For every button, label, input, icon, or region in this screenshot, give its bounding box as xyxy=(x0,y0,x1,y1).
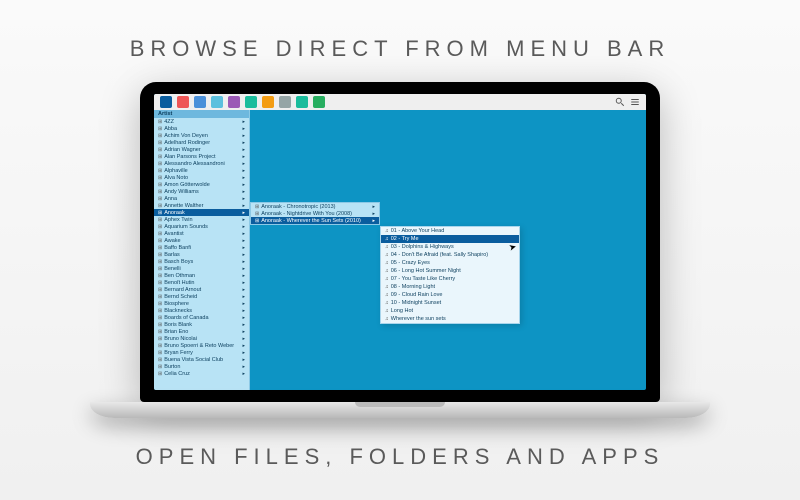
laptop-notch xyxy=(355,402,445,407)
list-item[interactable]: ⊞Amon Götterwolde▸ xyxy=(154,181,249,188)
list-item[interactable]: ⊞Ben Othman▸ xyxy=(154,272,249,279)
list-item[interactable]: ♫04 - Don't Be Afraid (feat. Sally Shapi… xyxy=(381,251,519,259)
list-item[interactable]: ⊞Brian Eno▸ xyxy=(154,328,249,335)
list-item[interactable]: ⊞Aquarium Sounds▸ xyxy=(154,223,249,230)
browser-columns: Artist ⊞4ZZ▸⊞Abba▸⊞Achim Von Deyen▸⊞Adel… xyxy=(154,110,646,390)
menubar-app-icon[interactable] xyxy=(245,96,257,108)
menubar-app-icon[interactable] xyxy=(296,96,308,108)
list-item[interactable]: ⊞Aphex Twin▸ xyxy=(154,216,249,223)
menubar-app-icon[interactable] xyxy=(279,96,291,108)
list-item[interactable]: ⊞Abba▸ xyxy=(154,125,249,132)
list-item[interactable]: ♫02 - Try Me xyxy=(381,235,519,243)
headline-bottom: OPEN FILES, FOLDERS AND APPS xyxy=(0,444,800,470)
menubar-app-icon[interactable] xyxy=(313,96,325,108)
list-item[interactable]: ⊞Anoraak - Nightdrive With You (2008)▸ xyxy=(251,210,379,217)
list-item[interactable]: ⊞Anoraak - Wherever the Sun Sets (2010)▸ xyxy=(251,217,379,224)
list-item[interactable]: ♫05 - Crazy Eyes xyxy=(381,259,519,267)
list-item[interactable]: ♫Wherever the sun sets xyxy=(381,315,519,323)
list-item[interactable]: ⊞Bryan Ferry▸ xyxy=(154,349,249,356)
list-item[interactable]: ⊞Avantist▸ xyxy=(154,230,249,237)
list-item[interactable]: ⊞Bruno Nicolai▸ xyxy=(154,335,249,342)
list-item[interactable]: ⊞Benelli▸ xyxy=(154,265,249,272)
list-icon[interactable] xyxy=(630,97,640,107)
search-icon[interactable] xyxy=(615,97,625,107)
list-item[interactable]: ♫10 - Midnight Sunset xyxy=(381,299,519,307)
column-header: Artist xyxy=(154,110,249,118)
list-item[interactable]: ⊞Adrian Wagner▸ xyxy=(154,146,249,153)
column-artists: Artist ⊞4ZZ▸⊞Abba▸⊞Achim Von Deyen▸⊞Adel… xyxy=(154,110,250,390)
laptop-screen-frame: Artist ⊞4ZZ▸⊞Abba▸⊞Achim Von Deyen▸⊞Adel… xyxy=(140,82,660,402)
menubar-app-icon[interactable] xyxy=(194,96,206,108)
headline-top: BROWSE DIRECT FROM MENU BAR xyxy=(0,36,800,62)
list-item[interactable]: ⊞Anna▸ xyxy=(154,195,249,202)
column-tracks: ♫01 - Above Your Head♫02 - Try Me♫03 - D… xyxy=(380,226,520,324)
list-item[interactable]: ⊞Bernd Scheid▸ xyxy=(154,293,249,300)
laptop-mockup: Artist ⊞4ZZ▸⊞Abba▸⊞Achim Von Deyen▸⊞Adel… xyxy=(140,82,660,418)
list-item[interactable]: ⊞Alphaville▸ xyxy=(154,167,249,174)
menubar-app-icon[interactable] xyxy=(262,96,274,108)
menubar-app-icon[interactable] xyxy=(177,96,189,108)
list-item[interactable]: ⊞Achim Von Deyen▸ xyxy=(154,132,249,139)
list-item[interactable]: ⊞Bernard Arnout▸ xyxy=(154,286,249,293)
list-item[interactable]: ♫03 - Dolphins & Highways xyxy=(381,243,519,251)
list-item[interactable]: ⊞Blacknecks▸ xyxy=(154,307,249,314)
list-item[interactable]: ⊞Burton▸ xyxy=(154,363,249,370)
list-item[interactable]: ⊞Barlas▸ xyxy=(154,251,249,258)
desktop-screen: Artist ⊞4ZZ▸⊞Abba▸⊞Achim Von Deyen▸⊞Adel… xyxy=(154,94,646,390)
list-item[interactable]: ♫01 - Above Your Head xyxy=(381,227,519,235)
list-item[interactable]: ⊞Alessandro Alessandroni▸ xyxy=(154,160,249,167)
menubar xyxy=(154,94,646,110)
menubar-app-icon[interactable] xyxy=(228,96,240,108)
list-item[interactable]: ⊞Awake▸ xyxy=(154,237,249,244)
list-item[interactable]: ⊞Boards of Canada▸ xyxy=(154,314,249,321)
menubar-app-active-icon[interactable] xyxy=(160,96,172,108)
list-item[interactable]: ⊞Bruno Spoerri & Reto Weber▸ xyxy=(154,342,249,349)
list-item[interactable]: ♫08 - Morning Light xyxy=(381,283,519,291)
list-item[interactable]: ♫07 - You Taste Like Cherry xyxy=(381,275,519,283)
list-item[interactable]: ⊞Basch Boys▸ xyxy=(154,258,249,265)
list-item[interactable]: ⊞Annette Walther▸ xyxy=(154,202,249,209)
list-item[interactable]: ⊞Baffo Banfi▸ xyxy=(154,244,249,251)
list-item[interactable]: ⊞Buena Vista Social Club▸ xyxy=(154,356,249,363)
list-item[interactable]: ♫Long Hot xyxy=(381,307,519,315)
list-item[interactable]: ♫09 - Cloud Rain Love xyxy=(381,291,519,299)
list-item[interactable]: ⊞Benoît Hutin▸ xyxy=(154,279,249,286)
menubar-app-icon[interactable] xyxy=(211,96,223,108)
list-item[interactable]: ⊞Biosphere▸ xyxy=(154,300,249,307)
list-item[interactable]: ⊞Boris Blank▸ xyxy=(154,321,249,328)
column-albums: ⊞Anoraak - Chronotropic (2013)▸⊞Anoraak … xyxy=(250,202,380,225)
list-item[interactable]: ⊞4ZZ▸ xyxy=(154,118,249,125)
laptop-base xyxy=(90,402,710,418)
list-item[interactable]: ⊞Celia Cruz▸ xyxy=(154,370,249,377)
list-item[interactable]: ⊞Alva Noto▸ xyxy=(154,174,249,181)
list-item[interactable]: ⊞Alan Parsons Project▸ xyxy=(154,153,249,160)
list-item[interactable]: ⊞Adelhard Rodinger▸ xyxy=(154,139,249,146)
list-item[interactable]: ⊞Anoraak▸ xyxy=(154,209,249,216)
list-item[interactable]: ⊞Anoraak - Chronotropic (2013)▸ xyxy=(251,203,379,210)
list-item[interactable]: ⊞Andy Williams▸ xyxy=(154,188,249,195)
list-item[interactable]: ♫06 - Long Hot Summer Night xyxy=(381,267,519,275)
